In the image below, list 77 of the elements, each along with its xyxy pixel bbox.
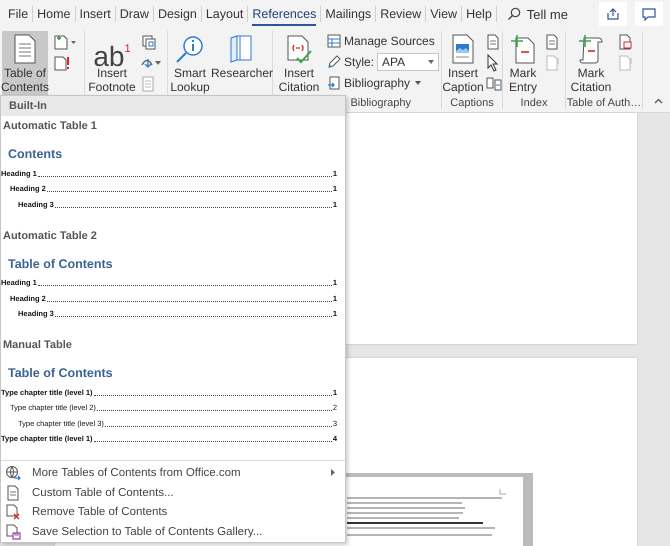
insert-caption-button[interactable]: Insert Caption (444, 31, 482, 95)
pencil-icon (326, 55, 341, 69)
ribbon-tab[interactable]: Help (462, 0, 496, 28)
gallery-item-title: Manual Table (2, 338, 73, 353)
toc-heading: Table of Contents (8, 256, 114, 272)
table-of-contents-button[interactable]: Table of Contents (2, 31, 48, 95)
comments-button[interactable] (634, 2, 663, 26)
stacked-pages-icon (141, 34, 157, 50)
gallery-item-title: Automatic Table 1 (2, 119, 98, 134)
toc-heading: Contents (8, 146, 64, 162)
document-alert-icon (52, 54, 70, 70)
caret-icon (428, 60, 434, 64)
image-document-icon (451, 34, 475, 64)
cross-reference-button[interactable] (486, 75, 502, 92)
section-header: Built-In (1, 96, 345, 116)
document-save-icon (5, 524, 21, 540)
citation-check-icon (284, 34, 313, 64)
ribbon-tab[interactable]: Layout (202, 0, 248, 28)
menu-item[interactable]: Save Selection to Table of Contents Gallery... (1, 522, 345, 542)
document-plus-icon (52, 34, 76, 50)
ribbon-tab[interactable]: Draw (116, 0, 153, 28)
insert-citation-button[interactable]: Insert Citation (275, 31, 323, 95)
share-button[interactable] (598, 2, 627, 26)
caret-icon (415, 81, 422, 85)
globe-icon (5, 464, 21, 481)
share-icon (606, 7, 620, 21)
documents-icon (486, 76, 502, 92)
document-icon (545, 54, 559, 70)
group-label: Table of Auth… (566, 96, 642, 111)
ribbon-tab[interactable]: References (248, 0, 320, 28)
search-icon (506, 7, 521, 21)
toc-heading: Table of Contents (8, 365, 114, 381)
scroll-plus-icon (578, 34, 604, 64)
document-icon (141, 76, 155, 92)
group-label: Index (520, 96, 548, 111)
manage-sources-button[interactable]: Manage Sources (326, 32, 439, 50)
ribbon-tab[interactable]: Design (154, 0, 201, 28)
ribbon-tab[interactable]: File (4, 0, 32, 28)
add-text-button[interactable] (52, 33, 76, 50)
table-icon (326, 34, 341, 48)
tell-me-field[interactable]: Tell me (506, 6, 585, 22)
collapse-ribbon-button[interactable] (654, 98, 664, 106)
ribbon-tab[interactable]: View (426, 0, 462, 28)
ribbon-tab[interactable]: Home (33, 0, 74, 28)
menu-item[interactable]: More Tables of Contents from Office.com (1, 462, 345, 483)
document-plus-icon (510, 34, 536, 64)
style-dropdown[interactable]: APA (377, 53, 439, 71)
gallery-item-title: Automatic Table 2 (2, 228, 98, 244)
ribbon-tab[interactable]: Review (376, 0, 426, 28)
submenu-arrow-icon (331, 469, 335, 476)
document-icon (618, 54, 632, 70)
document-icon (618, 34, 632, 50)
mark-citation-button[interactable]: Mark Citation (568, 31, 614, 95)
comment-icon (642, 8, 656, 20)
footnote-icon: ab$^{1}$ (93, 34, 131, 64)
document-remove-icon (5, 504, 21, 520)
caret-up-icon (654, 98, 663, 104)
arrow-down-icon (141, 58, 153, 68)
ribbon-tab[interactable]: Insert (76, 0, 115, 28)
smart-lookup-button[interactable]: Smart Lookup (170, 31, 210, 95)
group-label: Captions (449, 96, 495, 111)
insert-table-of-authorities-button[interactable] (618, 33, 632, 50)
caret-icon (155, 60, 161, 64)
document-icon (5, 484, 21, 501)
bibliography-button[interactable]: Bibliography (326, 74, 439, 92)
document-icon (545, 34, 559, 50)
mark-entry-button[interactable]: Mark Entry (505, 31, 541, 95)
search-info-icon (175, 34, 205, 64)
menu-item[interactable]: Custom Table of Contents... (1, 482, 345, 502)
ribbon-tab[interactable]: Mailings (321, 0, 376, 28)
insert-footnote-button[interactable]: ab$^{1}$ Insert Footnote (87, 31, 137, 95)
document-icon (13, 34, 37, 64)
group-label: Bibliography (349, 96, 412, 111)
insert-index-button[interactable] (545, 33, 559, 50)
menu-item[interactable]: Remove Table of Contents (1, 502, 345, 522)
document-icon (486, 34, 500, 50)
style-label: Style: (344, 55, 374, 69)
